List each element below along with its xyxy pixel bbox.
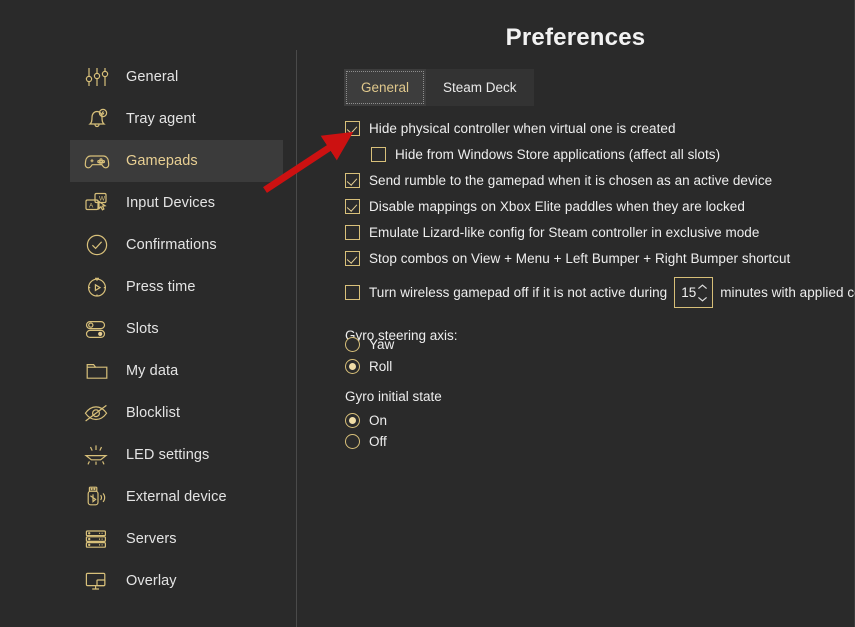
- radio-label: Yaw: [369, 337, 395, 352]
- sidebar-item-label: Confirmations: [126, 237, 217, 253]
- spinner-arrows: [696, 278, 708, 307]
- sidebar-item-label: LED settings: [126, 447, 210, 463]
- bell-bolt-icon: [82, 104, 112, 134]
- option-label: Hide physical controller when virtual on…: [369, 121, 676, 136]
- radio-gyro-off[interactable]: [345, 434, 360, 449]
- option-label: Send rumble to the gamepad when it is ch…: [369, 173, 773, 188]
- wireless-timeout-value: 15: [681, 285, 697, 300]
- page-title: Preferences: [505, 24, 646, 51]
- radio-label: Roll: [369, 359, 393, 374]
- toggles-icon: [82, 314, 112, 344]
- sidebar-item-overlay[interactable]: Overlay: [70, 560, 283, 602]
- sidebar-item-label: Press time: [126, 279, 196, 295]
- chevron-down-icon: [697, 296, 707, 302]
- sidebar-item-label: Blocklist: [126, 405, 181, 421]
- wireless-timeout-label-after: minutes with applied config: [720, 285, 855, 300]
- sidebar-item-confirmations[interactable]: Confirmations: [70, 224, 283, 266]
- option-row-wireless-timeout[interactable]: Turn wireless gamepad off if it is not a…: [345, 277, 855, 308]
- sidebar-item-external-device[interactable]: External device: [70, 476, 283, 518]
- eye-slash-icon: [82, 398, 112, 428]
- tab-steam-deck[interactable]: Steam Deck: [426, 69, 534, 106]
- svg-text:W: W: [99, 195, 106, 202]
- checkbox-hide-from-windows-store[interactable]: [371, 147, 386, 162]
- gamepad-icon: [82, 146, 112, 176]
- sidebar-item-label: External device: [126, 489, 227, 505]
- sidebar-item-label: My data: [126, 363, 179, 379]
- sidebar-item-servers[interactable]: Servers: [70, 518, 283, 560]
- checkbox-hide-physical-controller[interactable]: [345, 121, 360, 136]
- radio-row-gyro-on[interactable]: On: [345, 413, 387, 428]
- sidebar-item-label: General: [126, 69, 179, 85]
- option-label: Emulate Lizard-like config for Steam con…: [369, 225, 760, 240]
- led-light-icon: [82, 440, 112, 470]
- sidebar-item-input-devices[interactable]: W A Input Devices: [70, 182, 283, 224]
- sidebar-item-my-data[interactable]: My data: [70, 350, 283, 392]
- folder-icon: [82, 356, 112, 386]
- usb-bluetooth-icon: [82, 482, 112, 512]
- servers-icon: [82, 524, 112, 554]
- checkbox-stop-combos[interactable]: [345, 251, 360, 266]
- radio-gyro-on[interactable]: [345, 413, 360, 428]
- option-row-disable-elite-paddles[interactable]: Disable mappings on Xbox Elite paddles w…: [345, 199, 745, 214]
- sidebar-item-tray-agent[interactable]: Tray agent: [70, 98, 283, 140]
- sidebar-item-label: Gamepads: [126, 153, 198, 169]
- sidebar-item-gamepads[interactable]: Gamepads: [70, 140, 283, 182]
- radio-gyro-yaw[interactable]: [345, 337, 360, 352]
- sidebar-item-press-time[interactable]: Press time: [70, 266, 283, 308]
- sliders-icon: [82, 62, 112, 92]
- stopwatch-play-icon: [82, 272, 112, 302]
- sidebar-item-label: Slots: [126, 321, 159, 337]
- gyro-initial-heading: Gyro initial state: [345, 389, 442, 404]
- sidebar-item-general[interactable]: General: [70, 56, 283, 98]
- monitor-overlay-icon: [82, 566, 112, 596]
- radio-row-gyro-roll[interactable]: Roll: [345, 359, 392, 374]
- option-row-emulate-lizard-config[interactable]: Emulate Lizard-like config for Steam con…: [345, 225, 759, 240]
- option-row-stop-combos[interactable]: Stop combos on View + Menu + Left Bumper…: [345, 251, 790, 266]
- tab-bar: General Steam Deck: [344, 69, 534, 106]
- radio-label: On: [369, 413, 388, 428]
- option-row-hide-physical-controller[interactable]: Hide physical controller when virtual on…: [345, 121, 676, 136]
- option-row-hide-from-windows-store[interactable]: Hide from Windows Store applications (af…: [371, 147, 720, 162]
- checkbox-wireless-timeout[interactable]: [345, 285, 360, 300]
- tab-general[interactable]: General: [344, 69, 427, 106]
- option-label: Hide from Windows Store applications (af…: [395, 147, 721, 162]
- sidebar-item-label: Overlay: [126, 573, 177, 589]
- radio-gyro-roll[interactable]: [345, 359, 360, 374]
- sidebar-item-slots[interactable]: Slots: [70, 308, 283, 350]
- radio-row-gyro-off[interactable]: Off: [345, 434, 387, 449]
- sidebar-item-led-settings[interactable]: LED settings: [70, 434, 283, 476]
- sidebar-nav: General Tray agent Gamepads W A Input De…: [0, 0, 296, 627]
- checkbox-send-rumble[interactable]: [345, 173, 360, 188]
- svg-text:A: A: [89, 203, 94, 210]
- check-circle-icon: [82, 230, 112, 260]
- radio-row-gyro-yaw[interactable]: Yaw: [345, 337, 394, 352]
- preferences-window: General Tray agent Gamepads W A Input De…: [0, 0, 855, 627]
- wireless-timeout-spinner[interactable]: 15: [674, 277, 714, 308]
- checkbox-disable-elite-paddles[interactable]: [345, 199, 360, 214]
- sidebar-item-label: Servers: [126, 531, 177, 547]
- option-label: Disable mappings on Xbox Elite paddles w…: [369, 199, 745, 214]
- sidebar-item-blocklist[interactable]: Blocklist: [70, 392, 283, 434]
- main-content: Preferences General Steam Deck Hide phys…: [297, 0, 855, 627]
- checkbox-emulate-lizard-config[interactable]: [345, 225, 360, 240]
- chevron-up-icon: [697, 283, 707, 289]
- option-row-send-rumble[interactable]: Send rumble to the gamepad when it is ch…: [345, 173, 772, 188]
- option-label: Stop combos on View + Menu + Left Bumper…: [369, 251, 791, 266]
- radio-label: Off: [369, 434, 387, 449]
- sidebar-item-label: Input Devices: [126, 195, 216, 211]
- keyboard-mouse-icon: W A: [82, 188, 112, 218]
- sidebar-item-label: Tray agent: [126, 111, 196, 127]
- wireless-timeout-label-before: Turn wireless gamepad off if it is not a…: [369, 285, 668, 300]
